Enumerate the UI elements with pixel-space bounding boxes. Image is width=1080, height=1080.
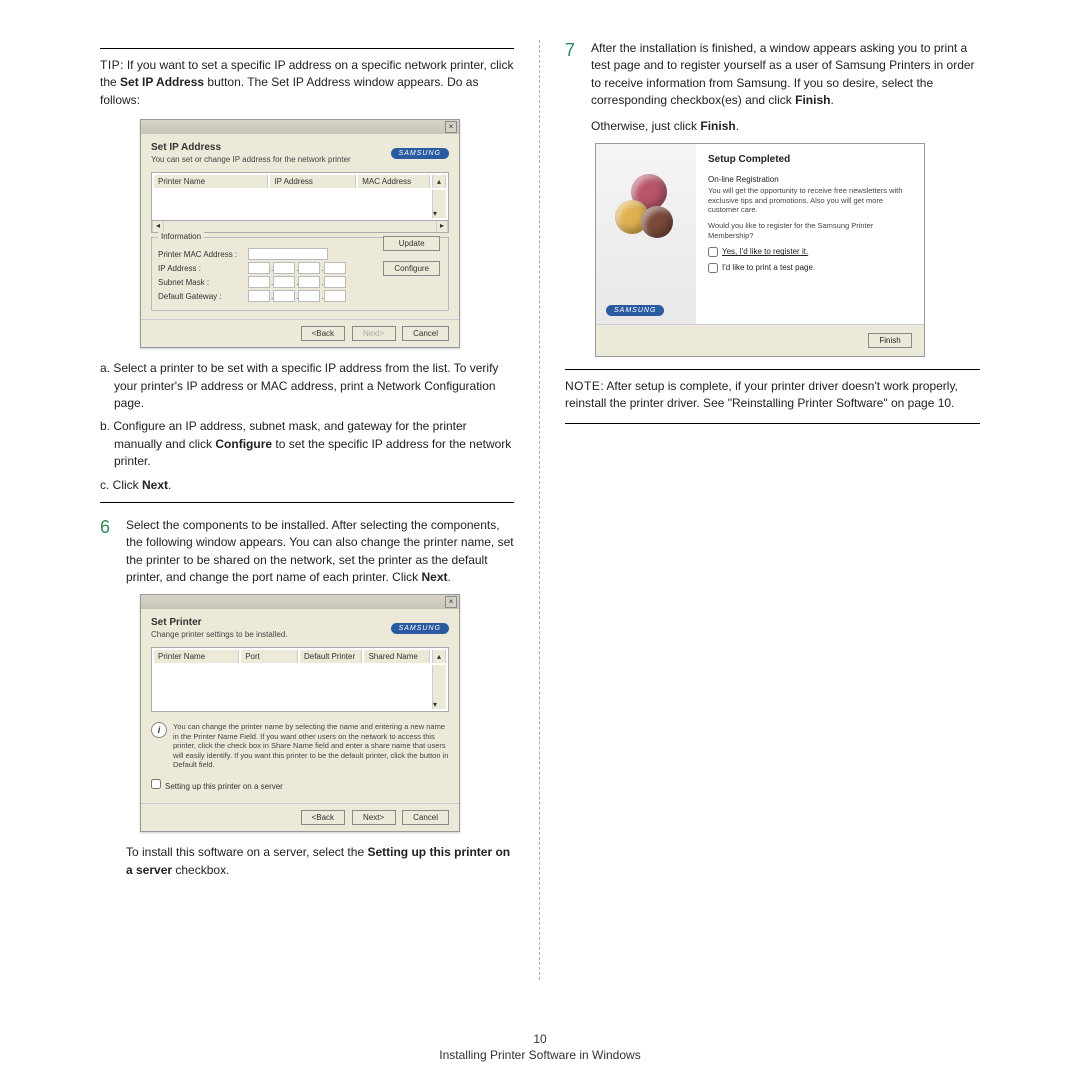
finish-button[interactable]: Finish bbox=[868, 333, 912, 348]
tip-bold-1: Set IP Address bbox=[120, 75, 204, 89]
printer-settings-table: Printer Name Port Default Printer Shared… bbox=[151, 647, 449, 712]
cancel-button[interactable]: Cancel bbox=[402, 810, 449, 825]
label-gateway: Default Gateway : bbox=[158, 292, 248, 301]
register-checkbox-label: Yes, I'd like to register it. bbox=[722, 247, 808, 256]
back-button[interactable]: <Back bbox=[301, 326, 345, 341]
tip-label: TIP bbox=[100, 58, 120, 72]
col-mac-address[interactable]: MAC Address bbox=[358, 175, 430, 188]
scroll-down-icon[interactable]: ▾ bbox=[432, 190, 446, 218]
step-7-number: 7 bbox=[565, 40, 591, 135]
mask-octet[interactable] bbox=[273, 276, 295, 288]
mask-octet[interactable] bbox=[248, 276, 270, 288]
server-note: To install this software on a server, se… bbox=[126, 844, 514, 879]
dialog-title: Set Printer bbox=[151, 617, 288, 628]
next-button[interactable]: Next> bbox=[352, 810, 396, 825]
gw-octet[interactable] bbox=[273, 290, 295, 302]
col-printer-name[interactable]: Printer Name bbox=[154, 650, 239, 663]
scroll-up-icon[interactable]: ▴ bbox=[432, 175, 446, 188]
information-legend: Information bbox=[158, 232, 204, 241]
update-button[interactable]: Update bbox=[383, 236, 440, 251]
next-button-disabled: Next> bbox=[352, 326, 396, 341]
col-ip-address[interactable]: IP Address bbox=[270, 175, 356, 188]
register-checkbox[interactable] bbox=[708, 247, 718, 257]
ip-octet[interactable] bbox=[273, 262, 295, 274]
close-icon[interactable]: × bbox=[445, 121, 457, 133]
mask-octet[interactable] bbox=[324, 276, 346, 288]
scroll-up-icon[interactable]: ▴ bbox=[432, 650, 446, 663]
info-icon: i bbox=[151, 722, 167, 738]
online-registration-text: You will get the opportunity to receive … bbox=[708, 186, 912, 215]
page-footer: 10 Installing Printer Software in Window… bbox=[0, 1032, 1080, 1062]
substep-c: c. Click Next. bbox=[100, 477, 514, 494]
tip-paragraph: TIP: If you want to set a specific IP ad… bbox=[100, 57, 514, 109]
note-label: NOTE bbox=[565, 379, 600, 393]
mask-octet[interactable] bbox=[298, 276, 320, 288]
setup-completed-title: Setup Completed bbox=[708, 154, 912, 165]
ip-octet[interactable] bbox=[298, 262, 320, 274]
note-text: : After setup is complete, if your print… bbox=[565, 379, 958, 410]
dialog-titlebar: × bbox=[141, 595, 459, 609]
col-default-printer[interactable]: Default Printer bbox=[300, 650, 362, 663]
ip-octet[interactable] bbox=[324, 262, 346, 274]
info-help-text: You can change the printer name by selec… bbox=[173, 722, 449, 769]
gw-octet[interactable] bbox=[298, 290, 320, 302]
substep-a: a. Select a printer to be set with a spe… bbox=[100, 360, 514, 412]
membership-question: Would you like to register for the Samsu… bbox=[708, 221, 912, 241]
close-icon[interactable]: × bbox=[445, 596, 457, 608]
substep-b: b. Configure an IP address, subnet mask,… bbox=[100, 418, 514, 470]
server-checkbox-row: Setting up this printer on a server bbox=[151, 779, 449, 791]
back-button[interactable]: <Back bbox=[301, 810, 345, 825]
samsung-logo: SAMSUNG bbox=[391, 623, 449, 634]
online-registration-label: On-line Registration bbox=[708, 175, 912, 184]
field-printer-mac[interactable] bbox=[248, 248, 328, 260]
ip-octet[interactable] bbox=[248, 262, 270, 274]
rule-bottom-right bbox=[565, 423, 980, 424]
test-page-checkbox[interactable] bbox=[708, 263, 718, 273]
col-printer-name[interactable]: Printer Name bbox=[154, 175, 268, 188]
note-paragraph: NOTE: After setup is complete, if your p… bbox=[565, 378, 980, 413]
test-page-checkbox-label: I'd like to print a test page. bbox=[722, 263, 815, 272]
sphere-graphic bbox=[641, 206, 673, 238]
printer-table: Printer Name IP Address MAC Address ▴ ▾ bbox=[151, 172, 449, 221]
label-printer-mac: Printer MAC Address : bbox=[158, 250, 248, 259]
step-6-text: Select the components to be installed. A… bbox=[126, 517, 514, 587]
configure-button[interactable]: Configure bbox=[383, 261, 440, 276]
scroll-down-icon[interactable]: ▾ bbox=[432, 665, 446, 709]
col-shared-name[interactable]: Shared Name bbox=[364, 650, 430, 663]
samsung-logo: SAMSUNG bbox=[606, 305, 664, 316]
rule-mid-left bbox=[100, 502, 514, 503]
dialog-subtitle: You can set or change IP address for the… bbox=[151, 155, 351, 164]
label-subnet: Subnet Mask : bbox=[158, 278, 248, 287]
section-title: Installing Printer Software in Windows bbox=[0, 1048, 1080, 1062]
label-ip: IP Address : bbox=[158, 264, 248, 273]
page-number: 10 bbox=[0, 1032, 1080, 1046]
dialog-titlebar: × bbox=[141, 120, 459, 134]
scroll-left-icon[interactable]: ◂ bbox=[152, 221, 164, 232]
dialog-subtitle: Change printer settings to be installed. bbox=[151, 630, 288, 639]
dialog-sidebar-graphic: SAMSUNG bbox=[596, 144, 696, 324]
rule-top-left bbox=[100, 48, 514, 49]
server-checkbox-label: Setting up this printer on a server bbox=[165, 782, 283, 791]
gw-octet[interactable] bbox=[248, 290, 270, 302]
gw-octet[interactable] bbox=[324, 290, 346, 302]
set-printer-dialog: × Set Printer Change printer settings to… bbox=[140, 594, 460, 832]
server-checkbox[interactable] bbox=[151, 779, 161, 789]
setup-completed-dialog: SAMSUNG Setup Completed On-line Registra… bbox=[595, 143, 925, 357]
set-ip-dialog: × Set IP Address You can set or change I… bbox=[140, 119, 460, 348]
dialog-title: Set IP Address bbox=[151, 142, 351, 153]
step-7-text: After the installation is finished, a wi… bbox=[591, 40, 980, 135]
col-port[interactable]: Port bbox=[241, 650, 298, 663]
step-6-number: 6 bbox=[100, 517, 126, 587]
samsung-logo: SAMSUNG bbox=[391, 148, 449, 159]
rule-top-right bbox=[565, 369, 980, 370]
cancel-button[interactable]: Cancel bbox=[402, 326, 449, 341]
information-group: Information Printer MAC Address : IP Add… bbox=[151, 237, 449, 311]
